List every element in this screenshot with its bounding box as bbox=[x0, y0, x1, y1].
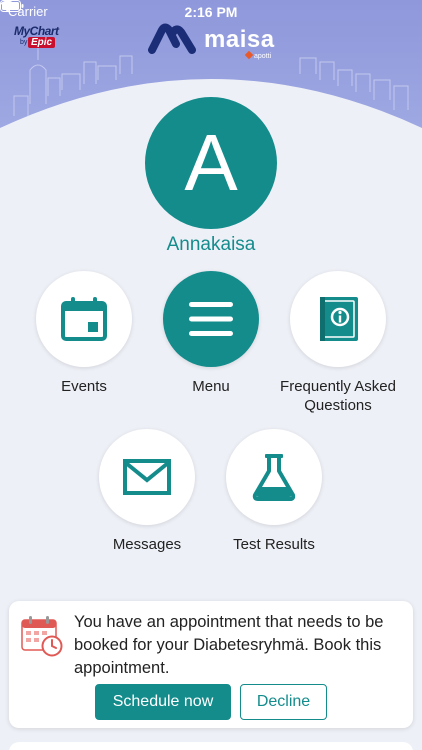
battery-icon bbox=[0, 0, 24, 12]
tile-test-results[interactable]: Test Results bbox=[204, 429, 344, 554]
next-card-edge bbox=[9, 742, 413, 750]
appointment-notification-card: You have an appointment that needs to be… bbox=[9, 601, 413, 728]
menu-label: Menu bbox=[192, 378, 230, 395]
envelope-icon bbox=[123, 459, 171, 495]
menu-button[interactable] bbox=[163, 271, 259, 367]
mychart-logo-text: MyChart bbox=[14, 24, 59, 38]
maisa-logo: maisa apotti bbox=[148, 22, 278, 62]
apotti-mark-icon bbox=[244, 50, 254, 60]
tile-faq[interactable]: Frequently Asked Questions bbox=[268, 271, 408, 415]
messages-button[interactable] bbox=[99, 429, 195, 525]
calendar-icon bbox=[61, 297, 107, 341]
test-results-label: Test Results bbox=[233, 536, 315, 553]
mychart-epic-logo: MyChart by Epic bbox=[14, 24, 66, 54]
flask-icon bbox=[252, 454, 296, 501]
hamburger-menu-icon bbox=[189, 302, 233, 336]
apotti-logo-text: apotti bbox=[254, 53, 272, 60]
faq-book-icon bbox=[320, 297, 358, 341]
decline-button[interactable]: Decline bbox=[240, 684, 327, 720]
maisa-logo-text: maisa bbox=[204, 26, 275, 53]
calendar-clock-icon bbox=[21, 616, 63, 657]
avatar[interactable]: A bbox=[142, 94, 280, 232]
clock: 2:16 PM bbox=[184, 4, 238, 20]
maisa-mark-icon bbox=[148, 23, 196, 54]
events-button[interactable] bbox=[36, 271, 132, 367]
test-results-button[interactable] bbox=[226, 429, 322, 525]
epic-logo-text: Epic bbox=[28, 37, 56, 48]
schedule-now-button[interactable]: Schedule now bbox=[95, 684, 231, 720]
apotti-logo: apotti bbox=[244, 50, 272, 60]
appointment-message: You have an appointment that needs to be… bbox=[74, 613, 384, 677]
status-bar: Carrier 2:16 PM bbox=[0, 0, 422, 22]
mychart-logo-by: by bbox=[20, 39, 28, 46]
faq-label: Frequently Asked Questions bbox=[280, 378, 396, 414]
messages-label: Messages bbox=[112, 536, 182, 553]
tile-events[interactable]: Events bbox=[14, 271, 154, 396]
tile-messages[interactable]: Messages bbox=[77, 429, 217, 554]
tile-menu[interactable]: Menu bbox=[141, 271, 281, 396]
faq-button[interactable] bbox=[290, 271, 386, 367]
events-label: Events bbox=[61, 378, 107, 395]
patient-name: Annakaisa bbox=[166, 234, 256, 255]
